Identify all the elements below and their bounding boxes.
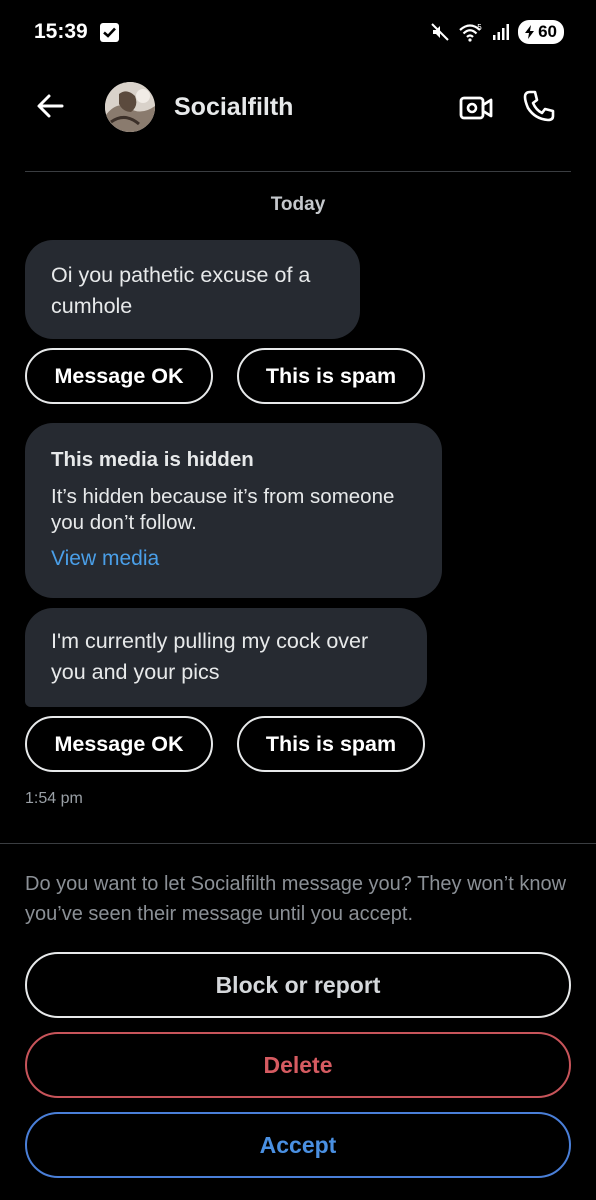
avatar[interactable] [105,82,155,132]
signal-icon [493,24,510,40]
wifi-icon: 5 [459,23,482,42]
request-divider [0,843,596,844]
delete-button[interactable]: Delete [25,1032,571,1098]
svg-text:5: 5 [477,23,482,32]
charging-icon [525,25,535,39]
view-media-link[interactable]: View media [51,546,416,572]
message-bubble[interactable]: Oi you pathetic excuse of a cumhole [25,240,360,339]
date-separator: Today [270,194,326,215]
report-spam-button[interactable]: This is spam [237,716,425,772]
message-timestamp: 1:54 pm [25,790,83,807]
back-arrow-icon[interactable] [32,88,68,124]
status-bar: 15:39 5 60 [0,0,596,66]
message-ok-button[interactable]: Message OK [25,348,213,404]
hidden-media-bubble: This media is hidden It’s hidden because… [25,423,442,598]
hidden-media-description: It’s hidden because it’s from someone yo… [51,485,395,534]
phone-icon[interactable] [521,88,557,124]
conversation-header: Socialfilth [0,66,596,152]
hidden-media-title: This media is hidden [51,448,254,471]
message-bubble[interactable]: I'm currently pulling my cock over you a… [25,608,427,707]
block-or-report-button[interactable]: Block or report [25,952,571,1018]
mute-icon [431,23,449,41]
status-time: 15:39 [34,20,88,43]
video-call-icon[interactable] [458,90,494,126]
report-spam-button[interactable]: This is spam [237,348,425,404]
contact-name[interactable]: Socialfilth [174,93,293,122]
message-request-prompt: Do you want to let Socialfilth message y… [25,873,567,925]
battery-indicator: 60 [518,20,564,44]
message-ok-button[interactable]: Message OK [25,716,213,772]
header-divider [25,171,571,172]
battery-level: 60 [538,22,557,41]
accept-button[interactable]: Accept [25,1112,571,1178]
notification-check-icon [100,23,119,42]
status-icons: 5 60 [430,20,564,44]
